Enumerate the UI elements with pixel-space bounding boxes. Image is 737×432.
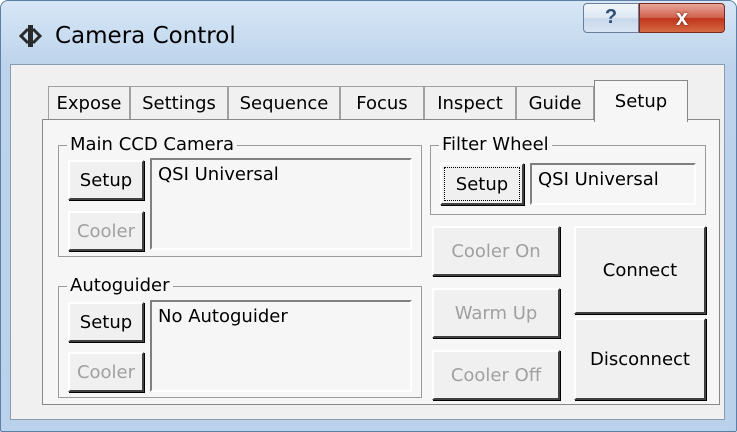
disconnect-label: Disconnect — [590, 348, 690, 370]
tab-expose[interactable]: Expose — [48, 86, 130, 120]
warm-up-button[interactable]: Warm Up — [432, 288, 560, 338]
close-icon: x — [675, 5, 689, 30]
main-camera-cooler-label: Cooler — [76, 220, 136, 242]
title-bar[interactable]: Camera Control ? x — [1, 1, 736, 65]
filter-wheel-setup-label: Setup — [455, 173, 509, 195]
main-camera-setup-button[interactable]: Setup — [68, 160, 144, 200]
help-icon: ? — [604, 6, 618, 28]
autoguider-group-label: Autoguider — [67, 275, 173, 296]
camera-control-app-icon — [18, 25, 43, 47]
autoguider-name-field: No Autoguider — [150, 300, 412, 392]
cooler-off-label: Cooler Off — [450, 364, 542, 386]
main-camera-group-label: Main CCD Camera — [67, 134, 238, 155]
tab-inspect[interactable]: Inspect — [424, 86, 516, 120]
cooler-off-button[interactable]: Cooler Off — [432, 350, 560, 400]
help-button[interactable]: ? — [583, 3, 639, 33]
autoguider-setup-label: Setup — [79, 311, 133, 333]
warm-up-label: Warm Up — [454, 302, 538, 324]
main-camera-name-field: QSI Universal — [150, 158, 412, 250]
filter-wheel-group-label: Filter Wheel — [439, 134, 552, 155]
tab-guide[interactable]: Guide — [516, 86, 594, 120]
autoguider-cooler-label: Cooler — [76, 361, 136, 383]
window-title: Camera Control — [55, 23, 236, 49]
connect-label: Connect — [602, 259, 678, 281]
cooler-on-label: Cooler On — [451, 240, 541, 262]
autoguider-cooler-button[interactable]: Cooler — [68, 352, 144, 392]
tab-sequence[interactable]: Sequence — [228, 86, 340, 120]
connect-button[interactable]: Connect — [574, 226, 706, 314]
filter-wheel-setup-button[interactable]: Setup — [440, 163, 524, 205]
tab-focus[interactable]: Focus — [340, 86, 424, 120]
disconnect-button[interactable]: Disconnect — [574, 318, 706, 400]
cooler-on-button[interactable]: Cooler On — [432, 226, 560, 276]
autoguider-setup-button[interactable]: Setup — [68, 302, 144, 342]
tab-settings[interactable]: Settings — [130, 86, 228, 120]
close-button[interactable]: x — [639, 3, 725, 33]
filter-wheel-name-field: QSI Universal — [530, 163, 696, 205]
main-camera-setup-label: Setup — [79, 169, 133, 191]
main-camera-cooler-button[interactable]: Cooler — [68, 211, 144, 251]
tab-setup[interactable]: Setup — [594, 80, 688, 122]
